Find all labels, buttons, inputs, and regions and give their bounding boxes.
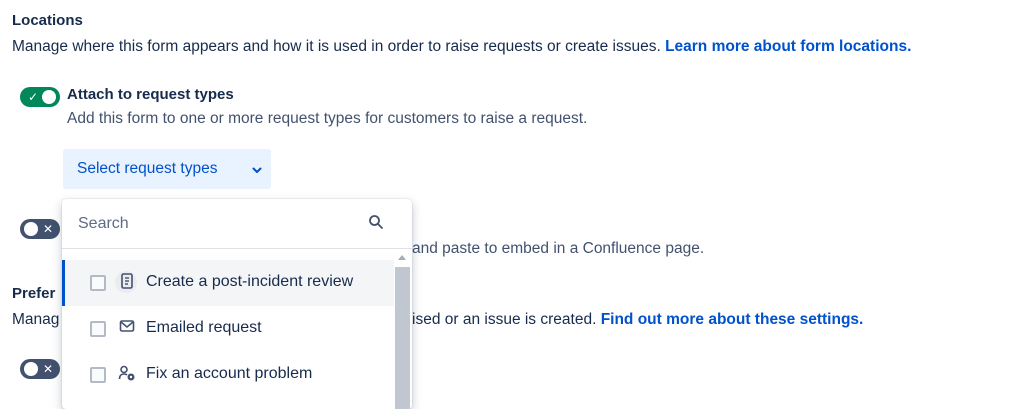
check-icon: ✓ [27,90,39,104]
list-item[interactable]: Create a post-incident review [62,260,394,306]
search-box[interactable]: Search [62,199,412,249]
preferences-settings-link[interactable]: Find out more about these settings. [601,311,864,328]
locations-learn-more-link[interactable]: Learn more about form locations. [665,38,911,55]
preferences-description-start: Manag [12,311,60,328]
preferences-heading: Prefer [12,285,56,302]
locations-description: Manage where this form appears and how i… [12,38,911,56]
preferences-description-text: ised or an issue is created. [412,311,597,328]
scrollbar-thumb[interactable] [395,267,410,409]
select-request-types-button[interactable]: Select request types [63,149,271,189]
checkbox[interactable] [90,321,106,337]
cross-icon: ✕ [42,222,54,236]
envelope-icon [118,319,136,337]
list-item[interactable]: Emailed request [62,306,394,352]
toggle-knob [42,90,56,104]
select-request-types-label: Select request types [77,160,218,177]
search-input[interactable]: Search [78,215,129,233]
list-item-label: Emailed request [146,319,262,336]
document-icon [118,273,136,291]
toggle-knob [24,362,38,376]
list-item-label: Create a post-incident review [146,273,354,290]
cross-icon: ✕ [42,362,54,376]
toggle-knob [24,222,38,236]
search-icon[interactable] [368,214,384,230]
chevron-down-icon [252,149,262,189]
attach-title: Attach to request types [67,86,234,103]
checkbox[interactable] [90,275,106,291]
embed-toggle[interactable]: ✕ [20,219,60,239]
locations-heading: Locations [12,12,83,29]
embed-description: and paste to embed in a Confluence page. [412,240,705,257]
request-types-dropdown: Search Create a post-incident review Ema… [62,199,412,409]
locations-description-text: Manage where this form appears and how i… [12,38,661,55]
preference-toggle[interactable]: ✕ [20,359,60,379]
preferences-description: ised or an issue is created. Find out mo… [412,311,863,329]
list-item[interactable]: Fix an account problem [62,352,394,398]
user-settings-icon [118,365,136,383]
list-item-label: Fix an account problem [146,365,313,382]
scroll-up-arrow-icon[interactable] [398,255,406,260]
attach-request-types-toggle[interactable]: ✓ [20,87,60,107]
checkbox[interactable] [90,367,106,383]
attach-description: Add this form to one or more request typ… [67,110,588,127]
